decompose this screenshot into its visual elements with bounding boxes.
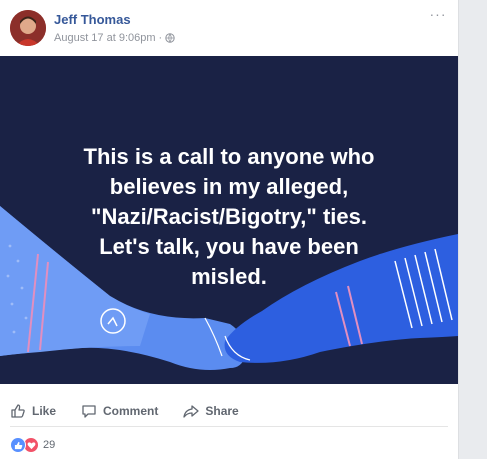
post-card: Jeff Thomas August 17 at 9:06pm · ··· Th… [0, 0, 459, 459]
reaction-count[interactable]: 29 [43, 439, 55, 451]
reactions-summary[interactable]: 29 [10, 437, 55, 453]
avatar[interactable] [10, 10, 46, 46]
author-name[interactable]: Jeff Thomas [54, 12, 131, 27]
avatar-image [10, 10, 46, 46]
post-header: Jeff Thomas August 17 at 9:06pm · ··· [10, 6, 450, 50]
share-label: Share [205, 404, 239, 418]
more-options-button[interactable]: ··· [426, 6, 450, 26]
image-caption-text: This is a call to anyone who believes in… [83, 144, 375, 289]
post-timestamp[interactable]: August 17 at 9:06pm [54, 32, 156, 44]
globe-icon[interactable] [165, 33, 175, 43]
comment-label: Comment [103, 404, 159, 418]
divider [10, 426, 448, 427]
post-meta: August 17 at 9:06pm · [54, 32, 175, 44]
comment-icon [82, 405, 96, 418]
thumbs-up-icon [11, 404, 25, 418]
share-button[interactable]: Share [183, 403, 239, 419]
post-actions: Like Comment Share [0, 396, 458, 426]
like-button[interactable]: Like [10, 403, 56, 419]
post-image[interactable]: This is a call to anyone who believes in… [0, 56, 458, 384]
share-icon [183, 405, 200, 418]
like-label: Like [32, 404, 57, 418]
comment-button[interactable]: Comment [81, 403, 158, 419]
meta-separator: · [158, 32, 163, 44]
like-reaction-icon [10, 437, 26, 453]
